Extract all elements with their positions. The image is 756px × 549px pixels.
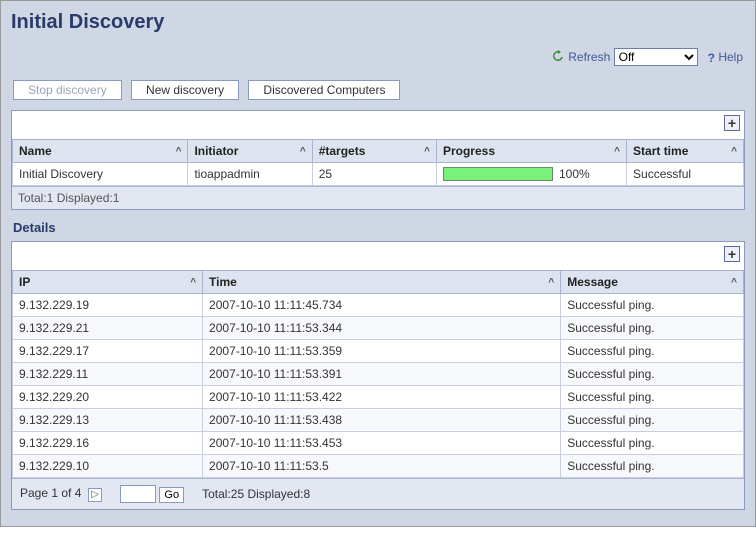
col-progress-label: Progress — [443, 144, 495, 158]
cell-message: Successful ping. — [561, 455, 744, 478]
sort-caret-icon: ^ — [424, 146, 430, 157]
sort-caret-icon: ^ — [190, 277, 196, 288]
summary-row[interactable]: Initial Discovery tioappadmin 25 100% Su… — [13, 163, 744, 186]
col-targets[interactable]: #targets ^ — [312, 140, 436, 163]
col-ip-label: IP — [19, 275, 30, 289]
details-row[interactable]: 9.132.229.172007-10-10 11:11:53.359Succe… — [13, 340, 744, 363]
cell-time: 2007-10-10 11:11:53.422 — [203, 386, 561, 409]
cell-start: Successful — [627, 163, 744, 186]
col-time[interactable]: Time ^ — [203, 271, 561, 294]
refresh-link[interactable]: Refresh — [568, 50, 610, 64]
details-row[interactable]: 9.132.229.162007-10-10 11:11:53.453Succe… — [13, 432, 744, 455]
sort-caret-icon: ^ — [176, 146, 182, 157]
col-start-label: Start time — [633, 144, 688, 158]
col-targets-label: #targets — [319, 144, 366, 158]
col-message[interactable]: Message ^ — [561, 271, 744, 294]
cell-message: Successful ping. — [561, 294, 744, 317]
col-initiator-label: Initiator — [194, 144, 238, 158]
col-start[interactable]: Start time ^ — [627, 140, 744, 163]
cell-message: Successful ping. — [561, 363, 744, 386]
cell-ip: 9.132.229.11 — [13, 363, 203, 386]
cell-message: Successful ping. — [561, 386, 744, 409]
cell-time: 2007-10-10 11:11:53.453 — [203, 432, 561, 455]
sort-caret-icon: ^ — [731, 277, 737, 288]
refresh-icon — [551, 49, 565, 66]
cell-message: Successful ping. — [561, 432, 744, 455]
details-row[interactable]: 9.132.229.202007-10-10 11:11:53.422Succe… — [13, 386, 744, 409]
sort-caret-icon: ^ — [300, 146, 306, 157]
progress-bar — [443, 167, 553, 181]
details-table: IP^ Time^ Message^ 9.132.229.192007-10-1… — [12, 270, 744, 478]
cell-ip: 9.132.229.21 — [13, 317, 203, 340]
cell-targets: 25 — [312, 163, 436, 186]
cell-time: 2007-10-10 11:11:53.391 — [203, 363, 561, 386]
page-title: Initial Discovery — [11, 7, 745, 42]
cell-ip: 9.132.229.10 — [13, 455, 203, 478]
details-expand-button[interactable]: + — [724, 246, 740, 262]
col-time-label: Time — [209, 275, 237, 289]
top-link-bar: Refresh Off ? Help — [11, 42, 745, 72]
col-ip[interactable]: IP ^ — [13, 271, 203, 294]
cell-time: 2007-10-10 11:11:45.734 — [203, 294, 561, 317]
col-initiator[interactable]: Initiator ^ — [188, 140, 312, 163]
pager-label: Page 1 of 4 — [20, 486, 81, 500]
cell-message: Successful ping. — [561, 409, 744, 432]
cell-time: 2007-10-10 11:11:53.359 — [203, 340, 561, 363]
cell-name: Initial Discovery — [13, 163, 188, 186]
sort-caret-icon: ^ — [548, 277, 554, 288]
col-name-label: Name — [19, 144, 52, 158]
cell-initiator: tioappadmin — [188, 163, 312, 186]
pager: Page 1 of 4 ▷ Go Total:25 Displayed:8 — [12, 478, 744, 509]
summary-expand-button[interactable]: + — [724, 115, 740, 131]
summary-table: Name ^ Initiator ^ #targets ^ Progress ^ Sta… — [12, 139, 744, 186]
details-row[interactable]: 9.132.229.102007-10-10 11:11:53.5Success… — [13, 455, 744, 478]
details-row[interactable]: 9.132.229.132007-10-10 11:11:53.438Succe… — [13, 409, 744, 432]
cell-time: 2007-10-10 11:11:53.344 — [203, 317, 561, 340]
progress-bar-fill — [444, 168, 552, 180]
refresh-select[interactable]: Off — [614, 48, 698, 66]
cell-time: 2007-10-10 11:11:53.438 — [203, 409, 561, 432]
cell-ip: 9.132.229.17 — [13, 340, 203, 363]
cell-ip: 9.132.229.16 — [13, 432, 203, 455]
main-panel: Initial Discovery Refresh Off ? Help Sto… — [0, 0, 756, 527]
cell-message: Successful ping. — [561, 340, 744, 363]
summary-status: Total:1 Displayed:1 — [12, 186, 744, 209]
action-toolbar: Stop discovery New discovery Discovered … — [11, 72, 745, 110]
col-name[interactable]: Name ^ — [13, 140, 188, 163]
cell-progress: 100% — [436, 163, 626, 186]
sort-caret-icon: ^ — [731, 146, 737, 157]
details-row[interactable]: 9.132.229.112007-10-10 11:11:53.391Succe… — [13, 363, 744, 386]
cell-ip: 9.132.229.19 — [13, 294, 203, 317]
stop-discovery-button[interactable]: Stop discovery — [13, 80, 122, 100]
pager-page-input[interactable] — [120, 485, 156, 503]
col-progress[interactable]: Progress ^ — [436, 140, 626, 163]
pager-go-button[interactable]: Go — [159, 487, 184, 503]
new-discovery-button[interactable]: New discovery — [131, 80, 239, 100]
details-heading: Details — [11, 210, 745, 241]
help-icon: ? — [708, 51, 715, 65]
sort-caret-icon: ^ — [614, 146, 620, 157]
summary-panel: + Name ^ Initiator ^ #targets ^ Progress ^ S… — [11, 110, 745, 210]
page-next-button[interactable]: ▷ — [88, 488, 102, 502]
details-row[interactable]: 9.132.229.192007-10-10 11:11:45.734Succe… — [13, 294, 744, 317]
cell-message: Successful ping. — [561, 317, 744, 340]
progress-text: 100% — [559, 167, 590, 181]
pager-status: Total:25 Displayed:8 — [202, 487, 310, 501]
cell-ip: 9.132.229.20 — [13, 386, 203, 409]
help-link[interactable]: Help — [718, 50, 743, 64]
discovered-computers-button[interactable]: Discovered Computers — [248, 80, 400, 100]
details-row[interactable]: 9.132.229.212007-10-10 11:11:53.344Succe… — [13, 317, 744, 340]
cell-ip: 9.132.229.13 — [13, 409, 203, 432]
cell-time: 2007-10-10 11:11:53.5 — [203, 455, 561, 478]
details-panel: + IP^ Time^ Message^ 9.132.229.192007-10… — [11, 241, 745, 510]
col-message-label: Message — [567, 275, 618, 289]
